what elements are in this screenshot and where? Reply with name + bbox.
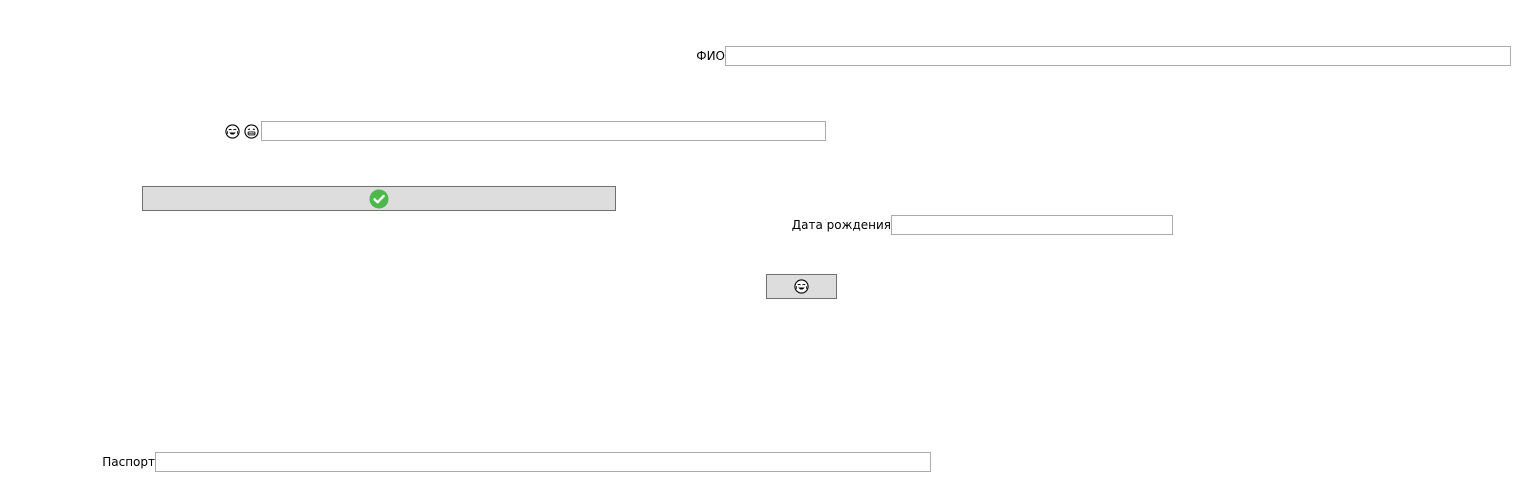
emoji-field[interactable] xyxy=(261,121,826,141)
emoji-field-label xyxy=(225,121,259,141)
check-circle-icon xyxy=(369,189,389,209)
laughing-face-icon xyxy=(794,279,809,294)
confirm-button[interactable] xyxy=(142,186,616,211)
birth-date-field[interactable] xyxy=(891,215,1173,235)
smiling-face-with-tears-icon xyxy=(225,123,240,139)
grinning-face-icon xyxy=(244,123,259,139)
fio-field[interactable] xyxy=(725,46,1511,66)
passport-label: Паспорт xyxy=(102,455,155,469)
birth-date-label: Дата рождения xyxy=(791,218,891,232)
fio-label: ФИО xyxy=(696,49,725,63)
passport-field[interactable] xyxy=(155,452,931,472)
emoji-button[interactable] xyxy=(766,274,837,299)
